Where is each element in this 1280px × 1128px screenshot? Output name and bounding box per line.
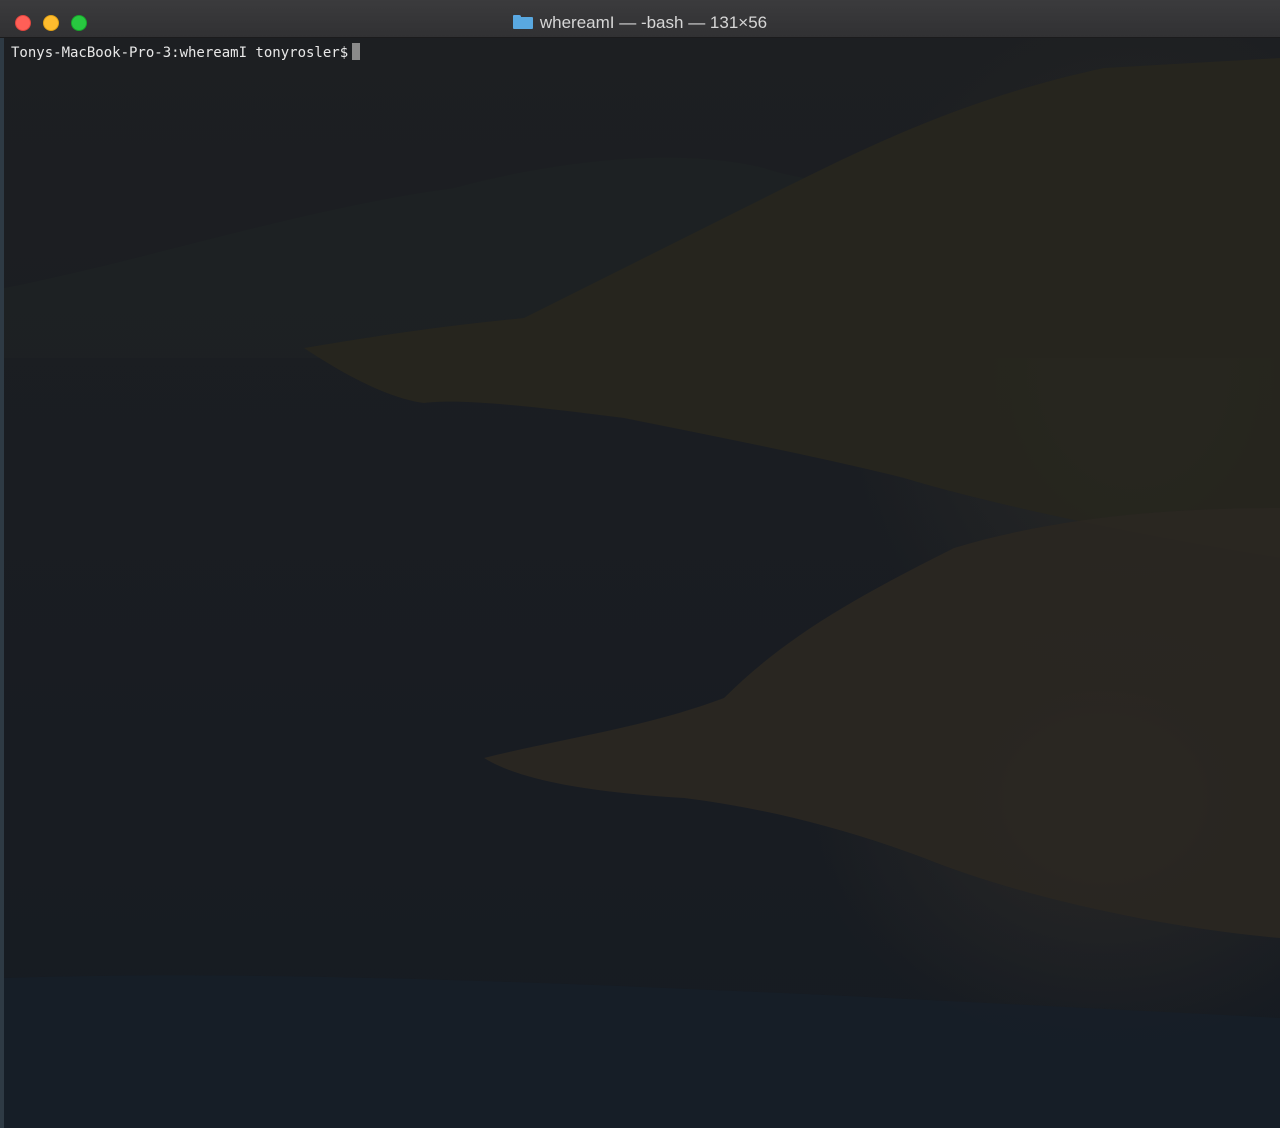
folder-icon [512, 15, 533, 29]
terminal-content[interactable]: Tonys-MacBook-Pro-3:whereamI tonyrosler$ [4, 38, 1280, 1128]
wallpaper-landscape [4, 58, 1280, 1128]
text-cursor [352, 43, 361, 60]
window-title-area: whereamI — -bash — 131×56 [0, 13, 1280, 33]
terminal-window: whereamI — -bash — 131×56 Tonys-MacBook-… [0, 0, 1280, 1128]
shell-prompt: Tonys-MacBook-Pro-3:whereamI tonyrosler$ [11, 45, 349, 61]
title-bar[interactable]: whereamI — -bash — 131×56 [0, 0, 1280, 38]
window-title: whereamI — -bash — 131×56 [539, 13, 768, 32]
prompt-line[interactable]: Tonys-MacBook-Pro-3:whereamI tonyrosler$ [11, 43, 361, 61]
